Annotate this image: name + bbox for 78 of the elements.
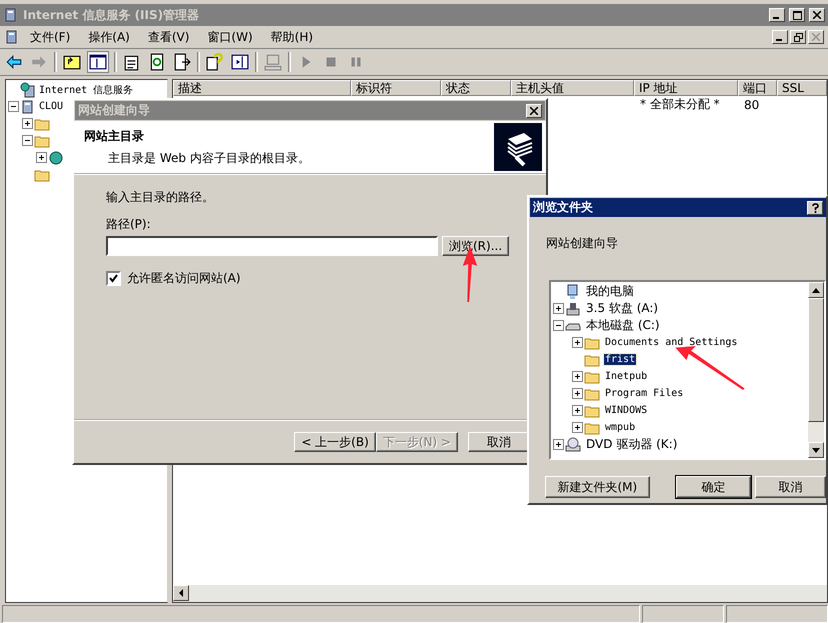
table-cell-text: 80 [743, 98, 760, 112]
folder-tree-item[interactable]: 3.5 软盘 (A:) [585, 300, 660, 317]
dialog-description: 网站创建向导 [546, 235, 619, 252]
folder-tree-item[interactable]: 本地磁盘 (C:) [585, 317, 661, 334]
close-icon [530, 106, 538, 114]
horizontal-scrollbar[interactable] [173, 585, 827, 602]
scroll-left-icon[interactable] [178, 589, 184, 597]
path-prompt: 输入主目录的路径。 [106, 189, 215, 206]
help-icon[interactable] [205, 52, 225, 72]
close-icon [812, 33, 820, 41]
wizard-button[interactable]: < 上一步(B) [294, 432, 376, 452]
server-icon [20, 82, 36, 98]
folder-tree-item[interactable]: wmpub [604, 422, 636, 433]
folder-tree-item[interactable]: frist [604, 354, 636, 365]
menu-item[interactable]: 帮助(H) [262, 28, 322, 46]
menu-item[interactable]: 操作(A) [80, 28, 138, 46]
column-header[interactable]: IP 地址 [634, 80, 738, 96]
column-header[interactable]: 标识符 [351, 80, 441, 96]
maximize-icon [792, 10, 802, 20]
expander-icon[interactable] [572, 389, 582, 398]
column-header[interactable]: 状态 [441, 80, 511, 96]
folder-tree-item[interactable]: Documents and Settings [604, 337, 738, 348]
menu-item[interactable]: 文件(F) [22, 28, 78, 46]
tree-item[interactable]: Internet 信息服务 [39, 82, 134, 96]
help-button[interactable] [807, 200, 823, 214]
folder-tree-item[interactable]: DVD 驱动器 (K:) [585, 436, 678, 453]
help-icon [812, 202, 818, 212]
back-arrow-icon[interactable] [4, 52, 24, 72]
dialog-button[interactable]: 新建文件夹(M) [545, 476, 650, 498]
expander-icon[interactable] [572, 372, 582, 381]
floppy-icon [565, 300, 581, 316]
close-icon [813, 11, 821, 19]
page-subheading: 主目录是 Web 内容子目录的根目录。 [107, 150, 311, 166]
scroll-up-icon[interactable] [812, 288, 820, 292]
column-header[interactable]: 主机头值 [511, 80, 634, 96]
expander-icon[interactable] [36, 153, 46, 162]
expander-icon[interactable] [572, 338, 582, 347]
expander-icon[interactable] [8, 102, 18, 111]
column-header[interactable]: SSL [777, 80, 827, 96]
close-button[interactable] [808, 30, 824, 44]
path-input[interactable] [106, 236, 438, 256]
globe-icon [48, 150, 64, 166]
folder-tree-item[interactable]: WINDOWS [604, 405, 648, 416]
page-heading: 网站主目录 [84, 128, 145, 144]
dialog-title: 网站创建向导 [78, 102, 150, 119]
window-title: Internet 信息服务 (IIS)管理器 [23, 6, 200, 24]
expander-icon[interactable] [22, 136, 32, 145]
restore-button[interactable] [790, 30, 806, 44]
wizard-button[interactable]: 取消 [468, 432, 530, 452]
expander-icon[interactable] [22, 119, 32, 128]
menu-item[interactable]: 窗口(W) [199, 28, 261, 46]
expander-icon[interactable] [572, 423, 582, 432]
path-label: 路径(P): [106, 216, 152, 233]
table-cell-text: * 全部未分配 * [639, 96, 721, 113]
expander-icon[interactable] [554, 304, 562, 313]
panel-icon[interactable] [230, 52, 250, 72]
tree-item[interactable]: CLOU [39, 101, 64, 112]
expander-icon[interactable] [554, 321, 562, 330]
restore-icon [794, 32, 802, 42]
checkbox[interactable] [106, 271, 121, 286]
expander-icon[interactable] [554, 440, 562, 449]
dvd-icon [565, 436, 581, 452]
show-tree-icon[interactable] [87, 51, 109, 73]
dialog-button[interactable]: 确定 [676, 476, 751, 498]
column-header[interactable]: 端口 [738, 80, 777, 96]
vertical-scrollbar[interactable] [808, 282, 824, 458]
export-list-icon[interactable] [172, 52, 192, 72]
folder-tree-item[interactable]: Program Files [604, 388, 684, 399]
menu-item[interactable]: 查看(V) [140, 28, 198, 46]
minimize-button[interactable] [772, 30, 788, 44]
dialog-button[interactable]: 取消 [754, 476, 826, 498]
folder-tree-item[interactable]: 我的电脑 [585, 283, 635, 300]
dialog-title: 浏览文件夹 [533, 199, 593, 216]
folder-tree-item[interactable]: Inetpub [604, 371, 648, 382]
checkbox-label[interactable]: 允许匿名访问网站(A) [127, 270, 241, 287]
expander-icon[interactable] [572, 406, 582, 415]
scroll-down-icon[interactable] [812, 448, 820, 452]
column-header[interactable]: 描述 [173, 80, 351, 96]
